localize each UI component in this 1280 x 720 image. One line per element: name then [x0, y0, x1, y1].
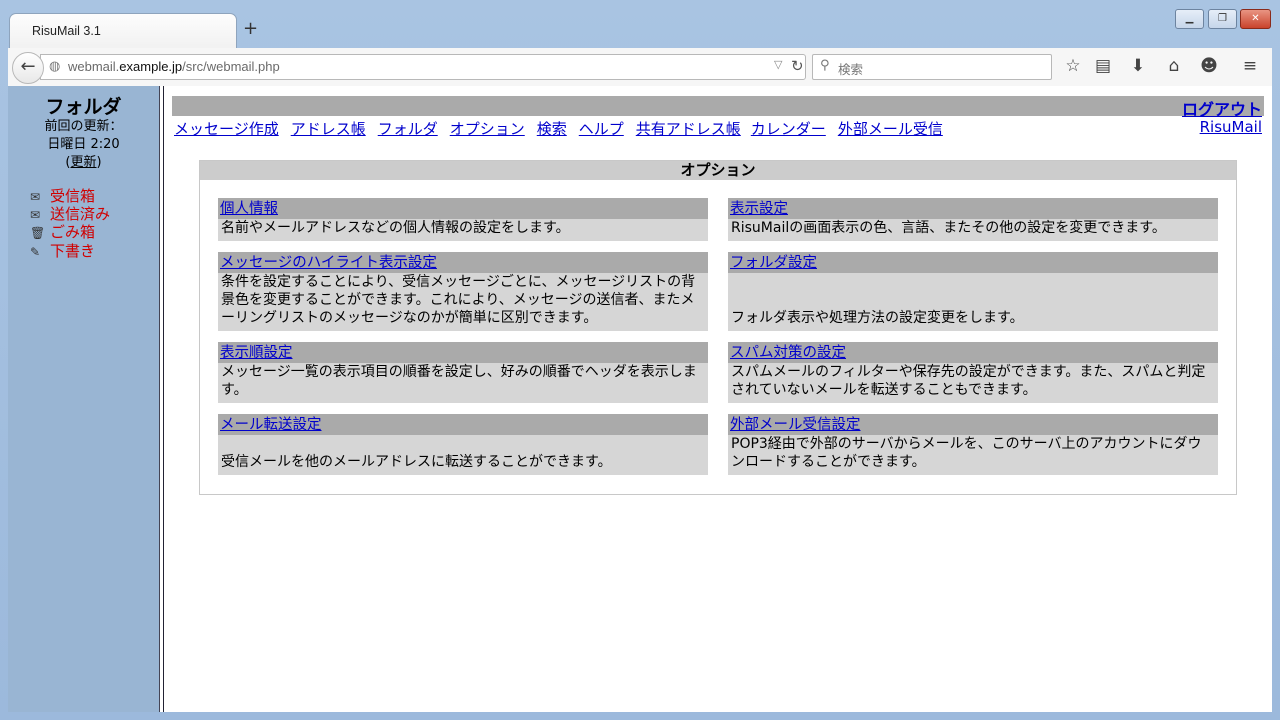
option-cell: 表示設定 RisuMailの画面表示の色、言語、またその他の設定を変更できます。	[728, 198, 1218, 241]
option-cell: フォルダ設定 フォルダ表示や処理方法の設定変更をします。	[728, 252, 1218, 331]
brand-link[interactable]: RisuMail	[1200, 118, 1262, 136]
drafts-icon: ✎	[30, 245, 41, 259]
folder-item-trash[interactable]: 🗑 ごみ箱	[30, 221, 95, 241]
url-text: webmail.example.jp/src/webmail.php	[68, 59, 280, 74]
home-icon[interactable]: ⌂	[1163, 56, 1185, 76]
option-link-display[interactable]: 表示設定	[730, 201, 788, 217]
folder-item-inbox[interactable]: ✉ 受信箱	[30, 185, 95, 205]
navigation-toolbar: ◍ webmail.example.jp/src/webmail.php ▽ ↻…	[8, 48, 1272, 87]
option-desc: 受信メールを他のメールアドレスに転送することができます。	[221, 454, 612, 470]
option-link-spam[interactable]: スパム対策の設定	[730, 345, 846, 361]
option-desc: メッセージ一覧の表示項目の順番を設定し、好みの順番でヘッダを表示します。	[221, 364, 697, 398]
back-button[interactable]: ←	[12, 52, 44, 84]
search-icon: ⚲	[820, 58, 830, 73]
option-link-forward[interactable]: メール転送設定	[220, 417, 322, 433]
options-panel: オプション 個人情報 名前やメールアドレスなどの個人情報の設定をします。 表示設…	[199, 160, 1237, 495]
option-desc: RisuMailの画面表示の色、言語、またその他の設定を変更できます。	[731, 220, 1166, 236]
last-update-time: 日曜日 2:20	[47, 137, 120, 152]
option-desc: 条件を設定することにより、受信メッセージごとに、メッセージリストの背景色を変更す…	[221, 274, 696, 326]
option-cell: スパム対策の設定 スパムメールのフィルターや保存先の設定ができます。また、スパム…	[728, 342, 1218, 403]
option-desc: フォルダ表示や処理方法の設定変更をします。	[731, 310, 1024, 326]
folder-item-sent[interactable]: ✉ 送信済み	[30, 203, 110, 223]
main-menu: メッセージ作成 アドレス帳 フォルダ オプション 検索 ヘルプ 共有アドレス帳 カレンダー 外部…	[174, 118, 955, 139]
menu-icon[interactable]: ≡	[1239, 56, 1261, 76]
menu-calendar[interactable]: カレンダー	[751, 120, 826, 138]
url-bar[interactable]: ◍ webmail.example.jp/src/webmail.php ▽ ↻	[40, 54, 806, 80]
pane-divider-line	[163, 86, 164, 712]
search-box[interactable]: ⚲ 検索	[812, 54, 1052, 80]
page-content: フォルダ 前回の更新： 日曜日 2:20 (更新) ✉ 受信箱 ✉ 送信済み 🗑 ごみ…	[8, 86, 1272, 712]
menu-compose[interactable]: メッセージ作成	[174, 120, 279, 138]
option-desc: POP3経由で外部のサーバからメールを、このサーバ上のアカウントにダウンロードす…	[731, 436, 1202, 470]
option-cell: メール転送設定 受信メールを他のメールアドレスに転送することができます。	[218, 414, 708, 475]
menu-external-mail[interactable]: 外部メール受信	[838, 120, 943, 138]
trash-icon: 🗑	[30, 226, 46, 240]
last-update-label: 前回の更新：	[44, 119, 123, 134]
option-cell: 外部メール受信設定 POP3経由で外部のサーバからメールを、このサーバ上のアカウ…	[728, 414, 1218, 475]
menu-search[interactable]: 検索	[537, 120, 567, 138]
option-cell: 個人情報 名前やメールアドレスなどの個人情報の設定をします。	[218, 198, 708, 241]
folder-item-drafts[interactable]: ✎ 下書き	[30, 240, 95, 260]
option-link-folder[interactable]: フォルダ設定	[730, 255, 817, 271]
new-tab-button[interactable]: +	[243, 20, 258, 38]
option-desc: 名前やメールアドレスなどの個人情報の設定をします。	[221, 220, 570, 236]
tab-title: RisuMail 3.1	[32, 24, 101, 38]
close-window-button[interactable]: ✕	[1240, 9, 1271, 29]
logout-link[interactable]: ログアウト	[1182, 96, 1262, 120]
browser-tab[interactable]: RisuMail 3.1	[9, 13, 237, 49]
reading-list-icon[interactable]: ▤	[1092, 56, 1114, 76]
browser-window: RisuMail 3.1 + ▁ ❐ ✕ ◍ webmail.example.j…	[0, 0, 1280, 720]
back-arrow-icon: ←	[20, 56, 36, 77]
option-desc: スパムメールのフィルターや保存先の設定ができます。また、スパムと判定されていない…	[731, 364, 1206, 398]
maximize-button[interactable]: ❐	[1208, 9, 1237, 29]
minimize-button[interactable]: ▁	[1175, 9, 1204, 29]
menu-folders[interactable]: フォルダ	[378, 120, 438, 138]
chat-icon[interactable]: ☻	[1198, 56, 1220, 76]
folder-pane: フォルダ 前回の更新： 日曜日 2:20 (更新) ✉ 受信箱 ✉ 送信済み 🗑 ごみ…	[8, 86, 160, 712]
top-bar: ログアウト	[172, 96, 1264, 119]
refresh-link[interactable]: 更新	[70, 155, 96, 170]
reload-icon[interactable]: ↻	[791, 57, 804, 75]
search-placeholder: 検索	[838, 62, 864, 77]
option-link-order[interactable]: 表示順設定	[220, 345, 293, 361]
option-cell: 表示順設定 メッセージ一覧の表示項目の順番を設定し、好みの順番でヘッダを表示しま…	[218, 342, 708, 403]
bookmark-star-icon[interactable]: ☆	[1062, 56, 1084, 76]
url-history-dropdown-icon[interactable]: ▽	[774, 58, 782, 71]
options-title: オプション	[200, 161, 1236, 180]
option-link-highlight[interactable]: メッセージのハイライト表示設定	[220, 255, 437, 271]
option-cell: メッセージのハイライト表示設定 条件を設定することにより、受信メッセージごとに、…	[218, 252, 708, 331]
menu-help[interactable]: ヘルプ	[579, 120, 624, 138]
title-bar: RisuMail 3.1 + ▁ ❐ ✕	[0, 0, 1280, 49]
menu-options[interactable]: オプション	[450, 120, 525, 138]
refresh-link-wrap: (更新)	[65, 155, 102, 170]
downloads-icon[interactable]: ⬇	[1127, 56, 1149, 76]
option-link-personal[interactable]: 個人情報	[220, 201, 278, 217]
option-link-external-mail[interactable]: 外部メール受信設定	[730, 417, 861, 433]
globe-icon: ◍	[49, 59, 61, 74]
menu-addresses[interactable]: アドレス帳	[291, 120, 366, 138]
sent-icon: ✉	[30, 208, 41, 222]
inbox-icon: ✉	[30, 190, 41, 204]
menu-shared-addresses[interactable]: 共有アドレス帳	[636, 120, 741, 138]
